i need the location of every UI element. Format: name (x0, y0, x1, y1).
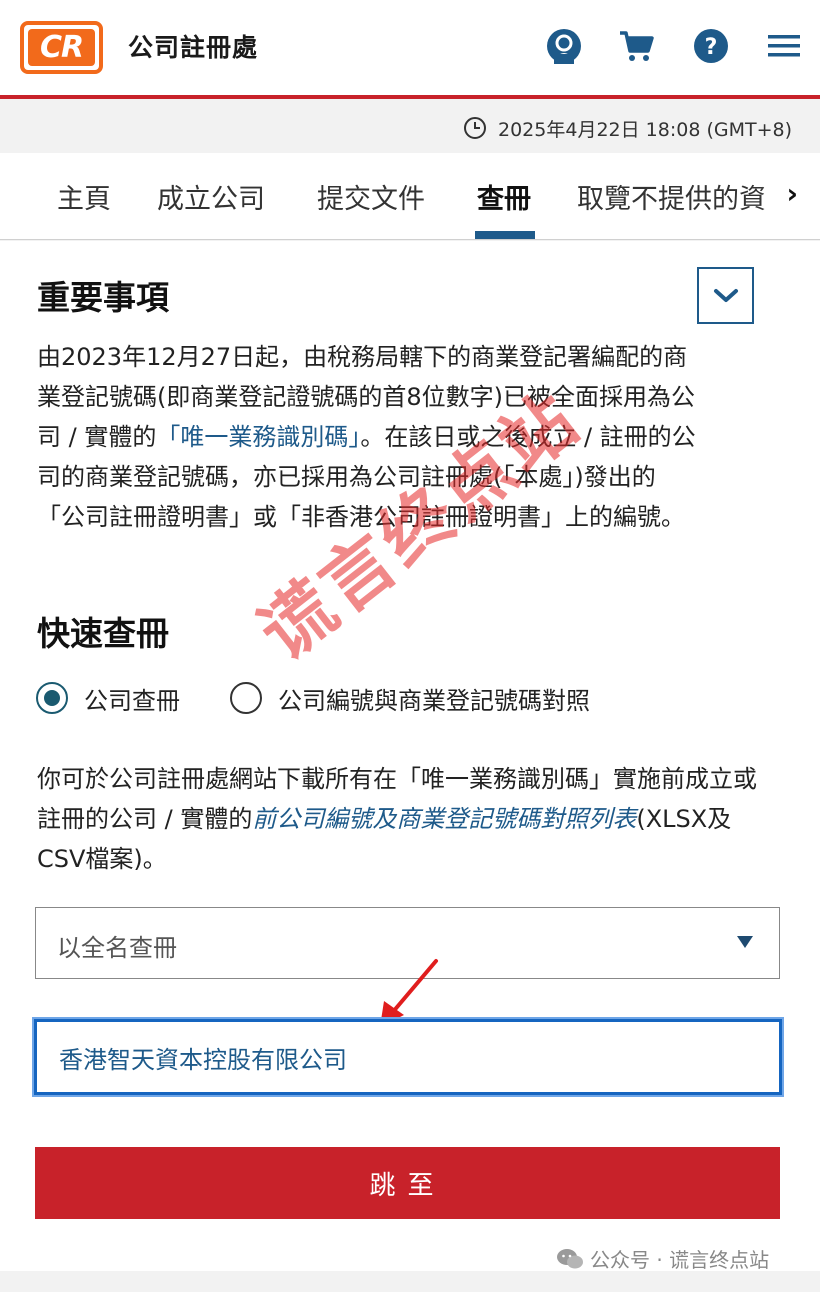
radio-label: 公司編號與商業登記號碼對照 (278, 686, 590, 715)
main-nav: 主頁 成立公司 提交文件 查冊 取覽不提供的資 › (0, 153, 820, 240)
site-header: CR 公司註冊處 ? (0, 0, 820, 99)
caret-down-icon (737, 936, 753, 948)
help-icon[interactable]: ? (691, 26, 731, 66)
active-tab-indicator (475, 231, 535, 239)
tab-file-documents[interactable]: 提交文件 (317, 177, 425, 216)
account-icon[interactable] (544, 26, 584, 66)
company-name-input[interactable] (32, 1017, 784, 1097)
tab-unavailable-info[interactable]: 取覽不提供的資 (577, 177, 766, 216)
wechat-caption: 公众号 · 谎言终点站 (556, 1244, 769, 1273)
caption-text: 公众号 · 谎言终点站 (590, 1248, 770, 1272)
ubi-link[interactable]: 「唯一業務識別碼」 (156, 423, 360, 451)
logo-text: CR (39, 30, 84, 65)
current-datetime: 2025年4月22日 18:08 (GMT+8) (498, 119, 793, 141)
date-bar: 2025年4月22日 18:08 (GMT+8) (0, 103, 820, 153)
tab-search[interactable]: 查冊 (477, 177, 531, 216)
notice-title: 重要事項 (37, 278, 169, 317)
chevron-down-icon (713, 288, 738, 302)
quick-search-title: 快速查冊 (37, 614, 169, 653)
mapping-list-link[interactable]: 前公司編號及商業登記號碼對照列表 (252, 805, 636, 833)
radio-number-mapping[interactable]: 公司編號與商業登記號碼對照 (230, 681, 590, 715)
select-value: 以全名查冊 (57, 934, 177, 962)
tab-home[interactable]: 主頁 (57, 177, 111, 216)
notice-body: 由2023年12月27日起，由稅務局轄下的商業登記署編配的商業登記號碼(即商業登… (37, 337, 697, 537)
wechat-icon (557, 1248, 583, 1268)
go-button[interactable]: 跳至 (35, 1147, 780, 1219)
radio-label: 公司查冊 (84, 686, 180, 715)
main-content: 重要事項 由2023年12月27日起，由稅務局轄下的商業登記署編配的商業登記號碼… (0, 241, 820, 1271)
logo-badge: CR (28, 29, 95, 66)
tab-company-formation[interactable]: 成立公司 (157, 177, 265, 216)
svg-text:?: ? (705, 35, 718, 60)
radio-button[interactable] (230, 682, 262, 714)
radio-company-search[interactable]: 公司查冊 (36, 681, 180, 715)
site-title[interactable]: 公司註冊處 (128, 28, 258, 64)
cr-logo[interactable]: CR (20, 21, 103, 74)
cart-icon[interactable] (616, 26, 656, 66)
download-info: 你可於公司註冊處網站下載所有在「唯一業務識別碼」實施前成立或註冊的公司 / 實體… (37, 759, 767, 879)
footer-strip (0, 1271, 820, 1292)
clock-icon (463, 116, 487, 140)
radio-button-checked[interactable] (36, 682, 68, 714)
notice-collapse-button[interactable] (697, 267, 754, 324)
nav-scroll-right-icon[interactable]: › (786, 177, 798, 210)
menu-icon[interactable] (764, 26, 804, 66)
